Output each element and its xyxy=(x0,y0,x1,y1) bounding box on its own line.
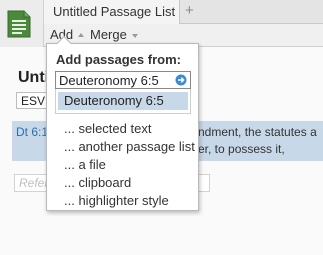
chevron-down-icon xyxy=(131,34,138,38)
go-arrow-icon[interactable] xyxy=(175,74,187,86)
add-passages-popup: Add passages from: Deuteronomy 6:5 ... s… xyxy=(46,35,199,211)
app-icon-panel xyxy=(0,0,44,47)
passage-search-field xyxy=(55,71,191,89)
passage-text-line: er, to possess it, xyxy=(198,142,285,156)
tab-untitled-passage-list[interactable]: Untitled Passage List xyxy=(44,0,180,24)
caret-up-icon xyxy=(78,33,85,37)
merge-menu-button[interactable]: Merge xyxy=(90,27,138,42)
tab-strip: Untitled Passage List + xyxy=(44,0,323,24)
version-selector[interactable]: ESV xyxy=(16,92,48,109)
passage-ref-link[interactable]: Dt 6:1 xyxy=(16,125,48,139)
passage-text-line: ndment, the statutes a xyxy=(198,125,317,139)
passage-search-input[interactable] xyxy=(56,72,172,88)
suggestion-list: Deuteronomy 6:5 xyxy=(55,89,191,114)
suggestion-item[interactable]: Deuteronomy 6:5 xyxy=(58,92,188,110)
menu-item-file[interactable]: ... a file xyxy=(64,157,106,172)
menu-item-highlighter-style[interactable]: ... highlighter style xyxy=(64,193,169,208)
popup-heading: Add passages from: xyxy=(56,52,181,67)
menu-item-another-passage-list[interactable]: ... another passage list xyxy=(64,139,195,154)
passage-list-icon[interactable] xyxy=(6,9,32,39)
menu-item-selected-text[interactable]: ... selected text xyxy=(64,121,151,136)
merge-menu-label: Merge xyxy=(90,27,127,42)
add-tab-button[interactable]: + xyxy=(185,2,194,19)
menu-item-clipboard[interactable]: ... clipboard xyxy=(64,175,131,190)
